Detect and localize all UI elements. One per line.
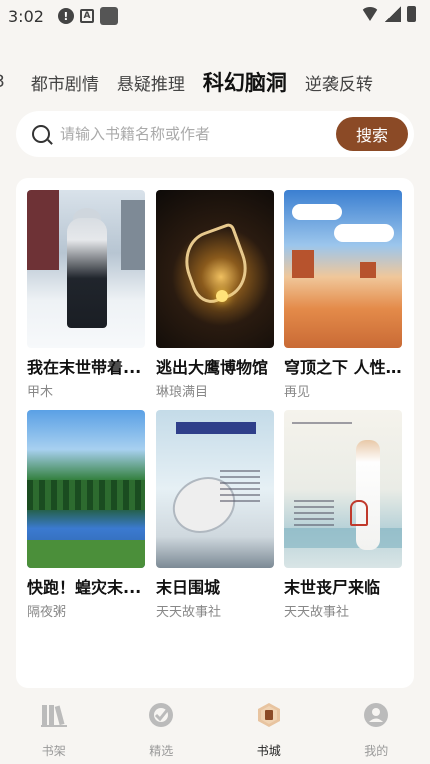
- book-cover[interactable]: [284, 190, 402, 348]
- book-card[interactable]: 末世丧尸来临 天天故事社: [284, 410, 404, 620]
- bottom-tab-bar: 书架 精选 书城 我的: [0, 690, 430, 764]
- search-button[interactable]: 搜索: [336, 117, 408, 151]
- a-notification-icon: A: [79, 9, 94, 23]
- book-author: 再见: [284, 385, 311, 400]
- category-tab-mystery[interactable]: 悬疑推理: [117, 70, 185, 95]
- book-grid: 我在末世带着... 甲木 逃出大鹰博物馆 琳琅满目 穹顶之下 人性... 再见 …: [16, 178, 414, 688]
- book-author: 天天故事社: [284, 605, 350, 620]
- book-title[interactable]: 我在末世带着...: [27, 354, 145, 378]
- search-bar: 搜索: [16, 111, 414, 157]
- book-card[interactable]: 穹顶之下 人性... 再见: [284, 190, 404, 400]
- signal-icon: [385, 6, 401, 22]
- tab-profile[interactable]: 我的: [323, 690, 430, 764]
- alert-icon: !: [57, 8, 74, 24]
- book-author: 甲木: [27, 385, 54, 400]
- status-system-icons: [361, 6, 416, 22]
- book-card[interactable]: 逃出大鹰博物馆 琳琅满目: [156, 190, 276, 400]
- bookstore-icon: [256, 702, 282, 728]
- book-cover[interactable]: [27, 190, 145, 348]
- category-tab-urban[interactable]: 都市剧情: [31, 70, 99, 95]
- tab-label: 书城: [256, 744, 281, 758]
- book-title[interactable]: 快跑！蝗灾末...: [27, 574, 145, 598]
- search-icon: [32, 125, 50, 143]
- book-cover[interactable]: [156, 410, 274, 568]
- tab-label: 精选: [149, 744, 174, 758]
- book-title[interactable]: 末世丧尸来临: [284, 574, 402, 598]
- book-author: 天天故事社: [156, 605, 222, 620]
- tab-bookshelf[interactable]: 书架: [0, 690, 108, 764]
- status-bar: 3:02 ! A: [0, 0, 430, 32]
- book-cover[interactable]: [156, 190, 274, 348]
- featured-icon: [148, 702, 174, 728]
- book-author: 隔夜粥: [27, 605, 67, 620]
- book-author: 琳琅满目: [156, 385, 209, 400]
- search-input[interactable]: [60, 125, 320, 143]
- status-time: 3:02: [8, 6, 44, 26]
- book-card[interactable]: 快跑！蝗灾末... 隔夜粥: [27, 410, 147, 620]
- book-card[interactable]: 末日围城 天天故事社: [156, 410, 276, 620]
- book-title[interactable]: 逃出大鹰博物馆: [156, 354, 274, 378]
- profile-icon: [363, 702, 389, 728]
- battery-icon: [407, 6, 416, 22]
- tab-label: 我的: [364, 744, 389, 758]
- category-tab-scifi[interactable]: 科幻脑洞: [203, 67, 287, 97]
- tab-bookstore[interactable]: 书城: [215, 690, 323, 764]
- app-notification-icon: [99, 7, 118, 25]
- bookshelf-icon: [40, 702, 67, 728]
- book-title[interactable]: 穹顶之下 人性...: [284, 354, 402, 378]
- tab-featured[interactable]: 精选: [108, 690, 216, 764]
- book-cover[interactable]: [284, 410, 402, 568]
- wifi-icon: [361, 7, 379, 21]
- book-title[interactable]: 末日围城: [156, 574, 274, 598]
- status-notification-icons: ! A: [57, 7, 118, 25]
- tab-label: 书架: [41, 744, 66, 758]
- book-card[interactable]: 我在末世带着... 甲木: [27, 190, 147, 400]
- category-tabs: 3 都市剧情 悬疑推理 科幻脑洞 逆袭反转: [0, 64, 430, 100]
- book-cover[interactable]: [27, 410, 145, 568]
- category-tab-comeback[interactable]: 逆袭反转: [305, 70, 373, 95]
- category-tab-partial[interactable]: 3: [0, 72, 5, 92]
